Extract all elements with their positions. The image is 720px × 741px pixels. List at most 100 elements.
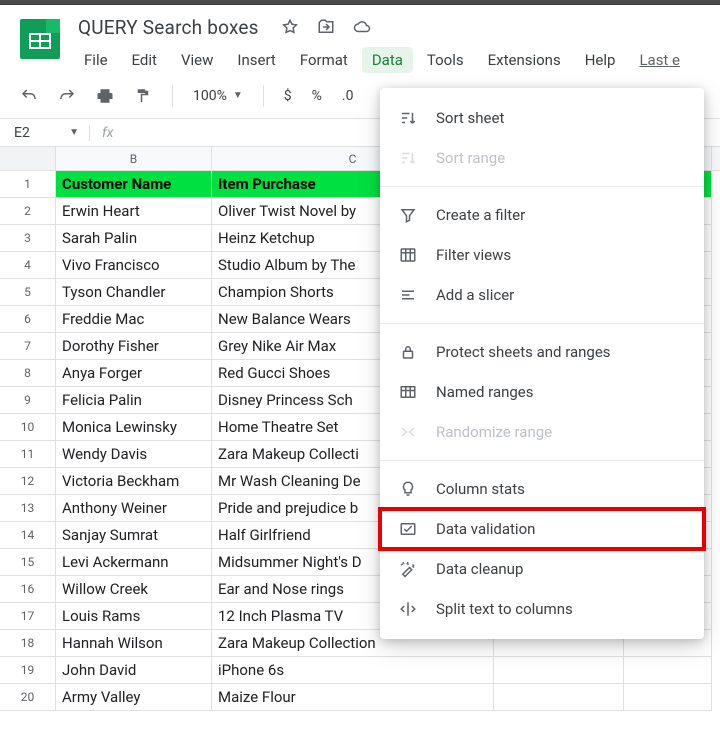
menu-tools[interactable]: Tools [417,47,474,73]
row-header[interactable]: 2 [0,198,56,225]
row-header[interactable]: 20 [0,684,56,711]
funnel-icon [398,205,418,225]
menu-separator [380,186,704,187]
cell[interactable]: Wendy Davis [56,441,212,468]
row-header[interactable]: 5 [0,279,56,306]
cell[interactable]: Anthony Weiner [56,495,212,522]
decrease-decimal-button[interactable]: .0 [336,88,360,104]
menu-item-cleanup[interactable]: Data cleanup [380,549,704,589]
menu-item-bulb[interactable]: Column stats [380,469,704,509]
name-box[interactable]: E2▼ [0,125,90,141]
row-header[interactable]: 7 [0,333,56,360]
cell[interactable] [624,684,712,711]
currency-button[interactable]: $ [278,88,298,104]
row-header[interactable]: 19 [0,657,56,684]
menu-data[interactable]: Data [362,47,413,73]
cell[interactable]: Freddie Mac [56,306,212,333]
paint-format-button[interactable] [128,81,158,111]
row-header[interactable]: 6 [0,306,56,333]
cell[interactable]: John David [56,657,212,684]
cell[interactable]: Louis Rams [56,603,212,630]
menu-item-sort-sheet[interactable]: Sort sheet [380,98,704,138]
zoom-dropdown[interactable]: 100%▼ [187,88,249,104]
row-header[interactable]: 9 [0,387,56,414]
menu-view[interactable]: View [171,47,223,73]
table-row: 20Army ValleyMaize Flour [0,684,720,711]
row-header[interactable]: 12 [0,468,56,495]
menu-item-label: Data validation [436,520,535,538]
move-icon[interactable] [317,18,335,36]
bulb-icon [398,479,418,499]
row-header[interactable]: 13 [0,495,56,522]
menu-item-named-ranges[interactable]: Named ranges [380,372,704,412]
menu-item-funnel[interactable]: Create a filter [380,195,704,235]
cell[interactable]: Anya Forger [56,360,212,387]
cell[interactable] [624,657,712,684]
menu-item-label: Column stats [436,480,525,498]
menu-item-label: Create a filter [436,206,525,224]
menu-file[interactable]: File [74,47,118,73]
menu-item-slicer[interactable]: Add a slicer [380,275,704,315]
cell[interactable]: Felicia Palin [56,387,212,414]
cell[interactable]: Sarah Palin [56,225,212,252]
menubar: File Edit View Insert Format Data Tools … [74,47,708,73]
menu-item-filter-views[interactable]: Filter views [380,235,704,275]
cell[interactable]: Vivo Francisco [56,252,212,279]
row-header[interactable]: 8 [0,360,56,387]
row-header[interactable]: 3 [0,225,56,252]
table-row: 19John DavidiPhone 6s [0,657,720,684]
cell[interactable]: Customer Name [56,171,212,198]
cell[interactable]: Tyson Chandler [56,279,212,306]
randomize-icon [398,422,418,442]
row-header[interactable]: 10 [0,414,56,441]
menu-item-validation[interactable]: Data validation [380,509,704,549]
row-header[interactable]: 14 [0,522,56,549]
cell[interactable]: Levi Ackermann [56,549,212,576]
cell[interactable] [494,684,624,711]
named-ranges-icon [398,382,418,402]
row-header[interactable]: 16 [0,576,56,603]
col-header-b[interactable]: B [56,147,212,170]
cell[interactable]: Monica Lewinsky [56,414,212,441]
cell[interactable]: Army Valley [56,684,212,711]
doc-title[interactable]: QUERY Search boxes [74,14,263,41]
cell[interactable]: iPhone 6s [212,657,494,684]
menu-item-lock[interactable]: Protect sheets and ranges [380,332,704,372]
print-button[interactable] [90,81,120,111]
cell[interactable]: Willow Creek [56,576,212,603]
cell[interactable]: Sanjay Sumrat [56,522,212,549]
cell[interactable]: Victoria Beckham [56,468,212,495]
row-header[interactable]: 4 [0,252,56,279]
menu-item-label: Randomize range [436,423,552,441]
row-header[interactable]: 18 [0,630,56,657]
menu-edit[interactable]: Edit [122,47,167,73]
row-header[interactable]: 17 [0,603,56,630]
menu-item-randomize: Randomize range [380,412,704,452]
sheets-logo[interactable] [20,19,60,59]
cell[interactable]: Dorothy Fisher [56,333,212,360]
menu-help[interactable]: Help [575,47,626,73]
menu-format[interactable]: Format [290,47,358,73]
star-icon[interactable] [281,18,299,36]
row-header[interactable]: 1 [0,171,56,198]
cell[interactable]: Erwin Heart [56,198,212,225]
menu-item-sort-range: Sort range [380,138,704,178]
row-header[interactable]: 15 [0,549,56,576]
cleanup-icon [398,559,418,579]
percent-button[interactable]: % [306,88,328,104]
redo-button[interactable] [52,81,82,111]
cell[interactable]: Maize Flour [212,684,494,711]
row-header[interactable]: 11 [0,441,56,468]
cell[interactable] [494,657,624,684]
cell[interactable]: Hannah Wilson [56,630,212,657]
menu-item-split[interactable]: Split text to columns [380,589,704,629]
undo-button[interactable] [14,81,44,111]
menu-lastedit[interactable]: Last e [629,47,690,73]
menu-insert[interactable]: Insert [227,47,285,73]
select-all-corner[interactable] [0,147,56,170]
menu-extensions[interactable]: Extensions [478,47,571,73]
toolbar-separator [172,85,173,107]
cloud-icon[interactable] [353,18,371,36]
sort-sheet-icon [398,108,418,128]
data-menu: Sort sheetSort range Create a filter Filte… [380,88,704,639]
